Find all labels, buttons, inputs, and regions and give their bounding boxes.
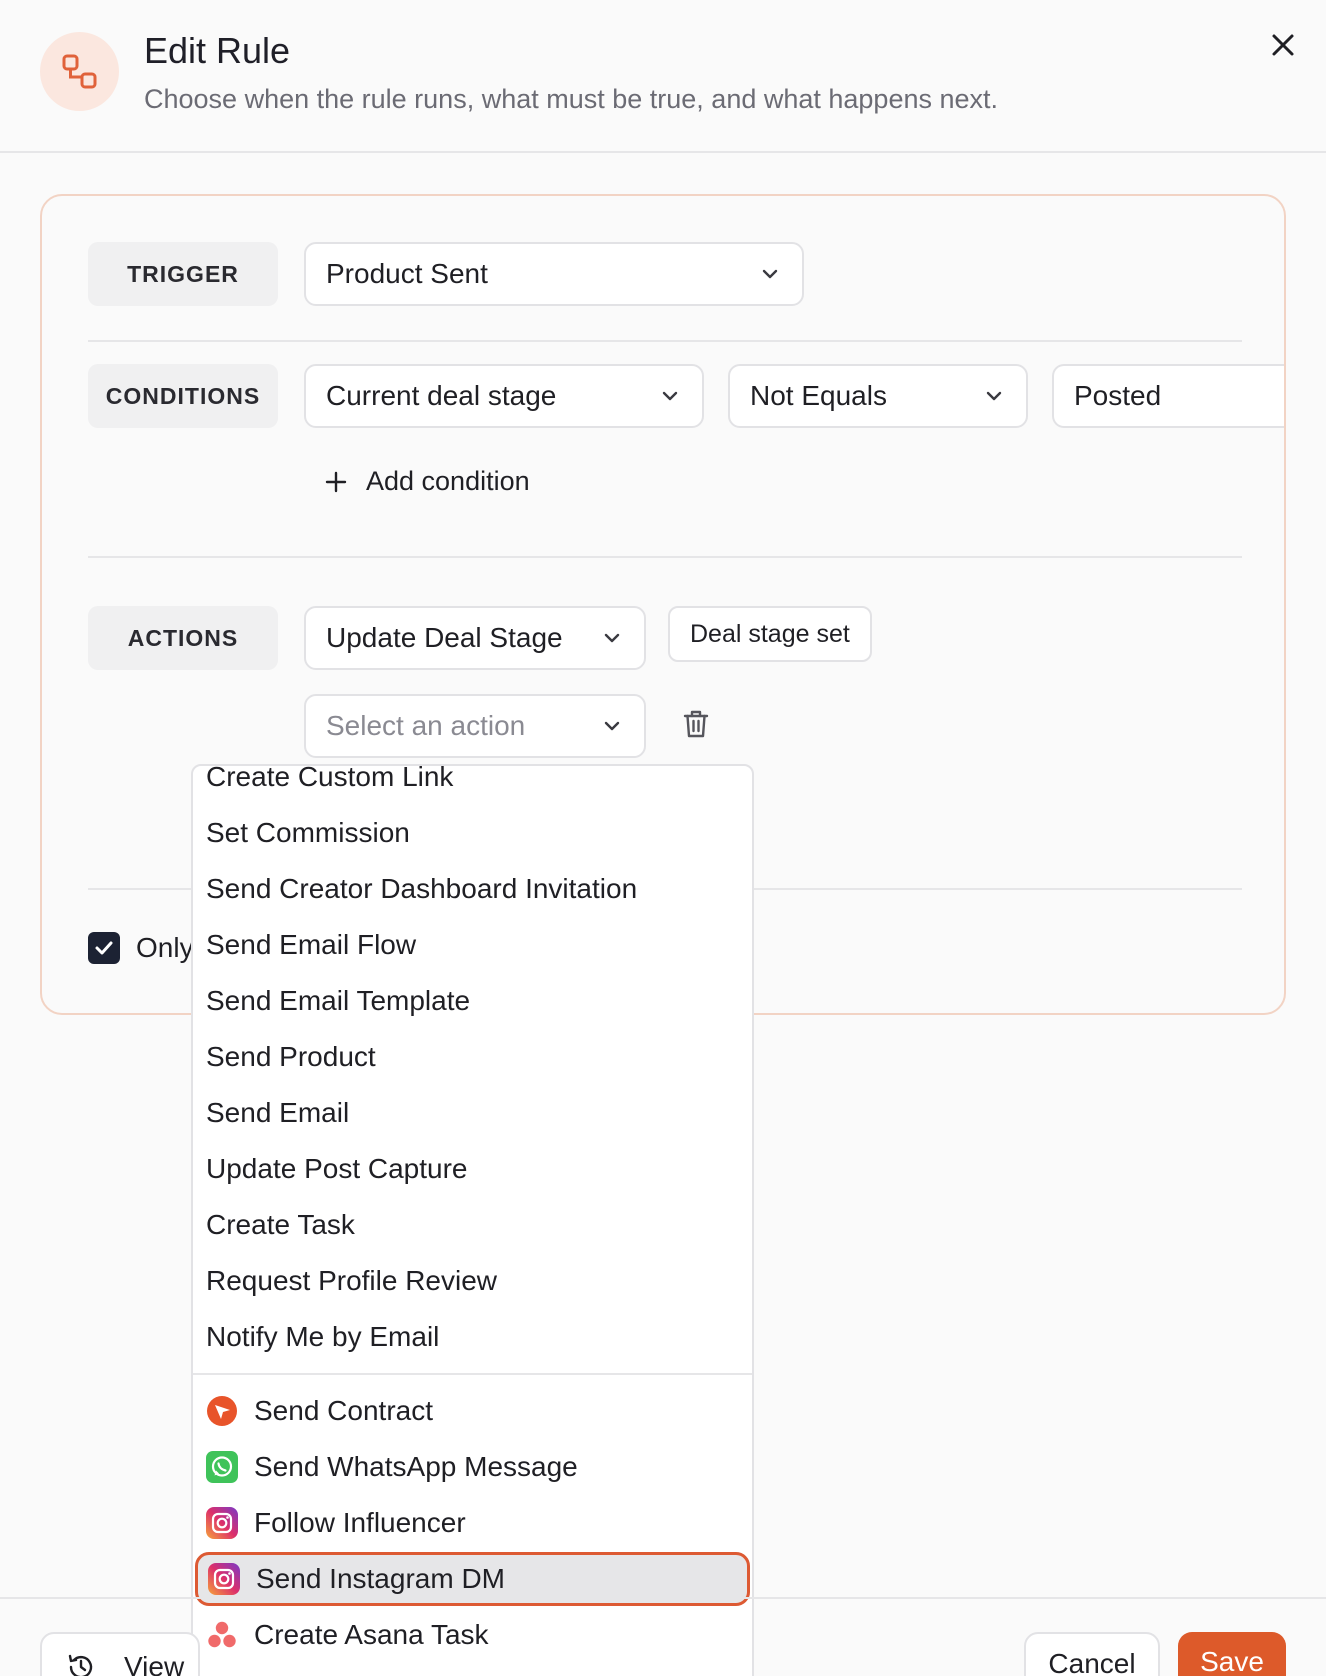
footer-divider [0, 1597, 1326, 1599]
dropdown-item-label: Create Asana Task [254, 1619, 489, 1650]
condition-value-select[interactable]: Posted [1052, 364, 1284, 428]
dropdown-item[interactable]: Send Email Template [193, 974, 752, 1028]
chevron-down-icon [600, 626, 624, 650]
deal-stage-set-chip[interactable]: Deal stage set [668, 606, 872, 662]
dropdown-item[interactable]: Update Post Capture [193, 1142, 752, 1196]
dialog-title: Edit Rule [144, 30, 291, 71]
action-select-2[interactable]: Select an action [304, 694, 646, 758]
condition-field-select[interactable]: Current deal stage [304, 364, 704, 428]
action-select-1[interactable]: Update Deal Stage [304, 606, 646, 670]
dialog-header: Edit Rule Choose when the rule runs, wha… [0, 0, 1326, 153]
action-select-1-value: Update Deal Stage [326, 622, 563, 653]
only-checkbox[interactable] [88, 932, 120, 964]
dropdown-item[interactable]: Request Profile Review [193, 1254, 752, 1308]
close-button[interactable] [1266, 28, 1300, 62]
chevron-down-icon [658, 384, 682, 408]
trigger-select[interactable]: Product Sent [304, 242, 804, 306]
whatsapp-icon [206, 1451, 238, 1483]
dropdown-item-partial[interactable] [193, 1664, 752, 1676]
dropdown-item[interactable]: Notify Me by Email [193, 1310, 752, 1364]
action-select-2-placeholder: Select an action [326, 710, 526, 741]
delete-action-button[interactable] [678, 706, 714, 742]
history-icon [68, 1654, 93, 1676]
dropdown-item-label: Send Contract [254, 1395, 433, 1426]
dropdown-item[interactable]: Set Commission [193, 806, 752, 860]
chevron-down-icon [982, 384, 1006, 408]
chevron-down-icon [600, 714, 624, 738]
divider [88, 556, 1242, 558]
add-condition-label: Add condition [366, 466, 530, 496]
action-dropdown-menu: Create Custom Link Set Commission Send C… [191, 764, 754, 1676]
trigger-select-value: Product Sent [326, 258, 488, 289]
dropdown-item-create-asana-task[interactable]: Create Asana Task [193, 1608, 752, 1662]
dropdown-item-follow-influencer[interactable]: Follow Influencer [193, 1496, 752, 1550]
dropdown-item[interactable]: Create Custom Link [193, 766, 752, 804]
plus-icon [325, 471, 347, 492]
view-history-label: View [124, 1651, 185, 1676]
actions-label: ACTIONS [88, 606, 278, 670]
condition-field-value: Current deal stage [326, 380, 557, 411]
add-condition-button[interactable]: Add condition [324, 466, 530, 497]
dropdown-separator [193, 1373, 752, 1375]
divider [88, 340, 1242, 342]
only-checkbox-label: Only [136, 932, 194, 963]
view-history-button[interactable]: View [40, 1632, 200, 1676]
condition-value: Posted [1074, 380, 1162, 411]
condition-operator-value: Not Equals [750, 380, 887, 411]
asana-icon [206, 1619, 238, 1651]
dialog-subtitle: Choose when the rule runs, what must be … [144, 84, 999, 114]
save-button[interactable]: Save [1178, 1632, 1286, 1676]
contract-send-icon [206, 1395, 238, 1427]
dropdown-item-label: Send WhatsApp Message [254, 1451, 578, 1482]
trigger-label: TRIGGER [88, 242, 278, 306]
dropdown-item[interactable]: Send Creator Dashboard Invitation [193, 862, 752, 916]
instagram-icon [208, 1563, 240, 1595]
dropdown-item-label: Follow Influencer [254, 1507, 466, 1538]
dropdown-item[interactable]: Send Product [193, 1030, 752, 1084]
chevron-down-icon [758, 262, 782, 286]
rule-flow-icon [40, 32, 119, 111]
dropdown-item[interactable]: Send Email [193, 1086, 752, 1140]
conditions-label: CONDITIONS [88, 364, 278, 428]
trash-icon [683, 710, 709, 738]
condition-operator-select[interactable]: Not Equals [728, 364, 1028, 428]
dropdown-item[interactable]: Send Email Flow [193, 918, 752, 972]
dropdown-item[interactable]: Create Task [193, 1198, 752, 1252]
dropdown-item-send-whatsapp[interactable]: Send WhatsApp Message [193, 1440, 752, 1494]
close-icon [1272, 34, 1294, 56]
cancel-button[interactable]: Cancel [1024, 1632, 1160, 1676]
dropdown-item-send-contract[interactable]: Send Contract [193, 1384, 752, 1438]
dropdown-item-label: Send Instagram DM [256, 1563, 505, 1594]
instagram-icon [206, 1507, 238, 1539]
check-icon [95, 941, 113, 955]
